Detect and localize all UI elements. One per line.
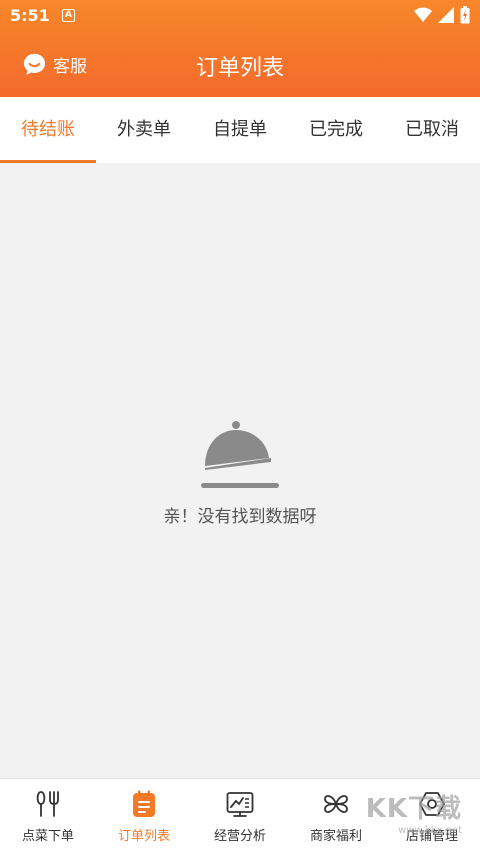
signal-icon: [438, 7, 454, 23]
status-time: 5:51: [10, 6, 50, 25]
order-tabs: 待结账 外卖单 自提单 已完成 已取消: [0, 97, 480, 163]
watermark: KK下载 www.kkx.net: [362, 788, 462, 836]
order-list-area: 亲！没有找到数据呀: [0, 163, 480, 778]
nav-business-analysis-label: 经营分析: [213, 829, 266, 844]
watermark-main: KK下载: [365, 794, 462, 824]
nav-order-dishes-label: 点菜下单: [21, 829, 74, 844]
battery-icon: [460, 6, 470, 24]
status-bar: 5:51 A: [0, 0, 480, 32]
nav-order-list-label: 订单列表: [117, 829, 170, 844]
tab-cancelled[interactable]: 已取消: [384, 97, 480, 163]
clover-icon: [324, 795, 348, 813]
cloche-icon: [201, 421, 279, 488]
status-icons: [414, 6, 470, 24]
empty-message: 亲！没有找到数据呀: [163, 507, 317, 527]
nav-business-analysis[interactable]: 经营分析: [192, 779, 288, 852]
watermark-sub: www.kkx.net: [398, 825, 462, 836]
analysis-icon: [226, 792, 254, 817]
empty-state: 亲！没有找到数据呀: [0, 418, 480, 527]
page-title: 订单列表: [195, 56, 284, 81]
wifi-icon: [414, 7, 432, 22]
fork-knife-icon: [36, 791, 59, 817]
tab-completed[interactable]: 已完成: [288, 97, 384, 163]
tab-pending-checkout[interactable]: 待结账: [0, 97, 96, 163]
nav-order-list[interactable]: 订单列表: [96, 779, 192, 852]
notification-a-icon: A: [62, 9, 75, 22]
nav-bar: 客服 订单列表: [0, 32, 480, 97]
tab-pickup[interactable]: 自提单: [192, 97, 288, 163]
tab-delivery[interactable]: 外卖单: [96, 97, 192, 163]
nav-order-dishes[interactable]: 点菜下单: [0, 779, 96, 852]
order-list-icon: [133, 790, 155, 817]
header-bar: 5:51 A 客服 订单列表: [0, 0, 480, 97]
